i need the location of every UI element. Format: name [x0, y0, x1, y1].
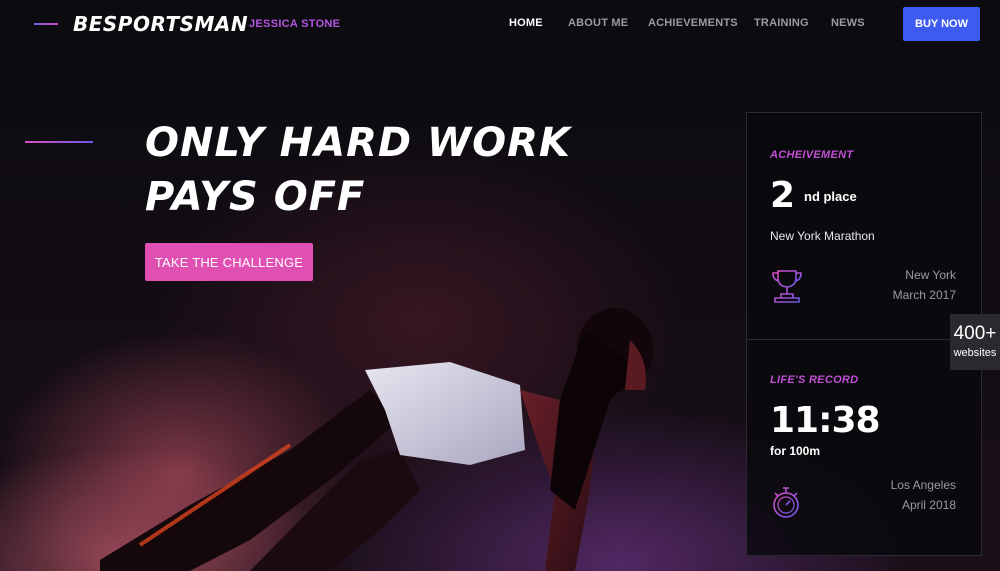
card-location: Los Angeles — [890, 478, 956, 492]
card-date: March 2017 — [892, 288, 956, 302]
card-label: LIFE'S RECORD — [770, 374, 859, 386]
card-event: New York Marathon — [770, 229, 875, 243]
card-meta: New York March 2017 — [893, 265, 956, 305]
card-value: 11:38 — [770, 400, 881, 441]
hero-title: ONLY HARD WORK PAYS OFF — [145, 116, 665, 224]
logo[interactable]: BESPORTSMAN — [73, 12, 248, 36]
stats-panel: ACHEIVEMENT 2 nd place New York Marathon… — [746, 112, 982, 556]
achievement-card: ACHEIVEMENT 2 nd place New York Marathon… — [747, 113, 981, 339]
card-value: 2 — [770, 175, 796, 216]
record-card: LIFE'S RECORD 11:38 for 100m Los Angeles… — [747, 340, 981, 556]
site-header: BESPORTSMAN JESSICA STONE HOME ABOUT ME … — [0, 0, 1000, 48]
stopwatch-icon — [773, 487, 799, 518]
nav-home[interactable]: HOME — [509, 17, 543, 29]
card-suffix: nd place — [804, 189, 857, 204]
card-suffix: for 100m — [770, 444, 821, 458]
websites-badge[interactable]: 400+ websites — [950, 314, 1000, 370]
trophy-icon — [772, 270, 802, 303]
logo-accent-line — [34, 23, 58, 25]
hero-title-line-2: PAYS OFF — [145, 174, 366, 220]
card-location: New York — [905, 268, 956, 282]
card-label: ACHEIVEMENT — [770, 149, 854, 161]
nav-training[interactable]: TRAINING — [754, 17, 809, 29]
athlete-image — [100, 308, 653, 571]
hero-accent-line — [25, 141, 93, 143]
take-challenge-button[interactable]: TAKE THE CHALLENGE — [145, 243, 313, 281]
nav-about-me[interactable]: ABOUT ME — [568, 17, 628, 29]
badge-count: 400+ — [953, 323, 997, 344]
nav-news[interactable]: NEWS — [831, 17, 865, 29]
card-meta: Los Angeles April 2018 — [891, 475, 956, 515]
badge-text: websites — [953, 347, 997, 359]
card-date: April 2018 — [901, 498, 956, 512]
nav-achievements[interactable]: ACHIEVEMENTS — [648, 17, 738, 29]
athlete-name: JESSICA STONE — [249, 18, 341, 30]
hero-title-line-1: ONLY HARD WORK — [145, 120, 571, 166]
buy-now-button[interactable]: BUY NOW — [903, 7, 980, 41]
